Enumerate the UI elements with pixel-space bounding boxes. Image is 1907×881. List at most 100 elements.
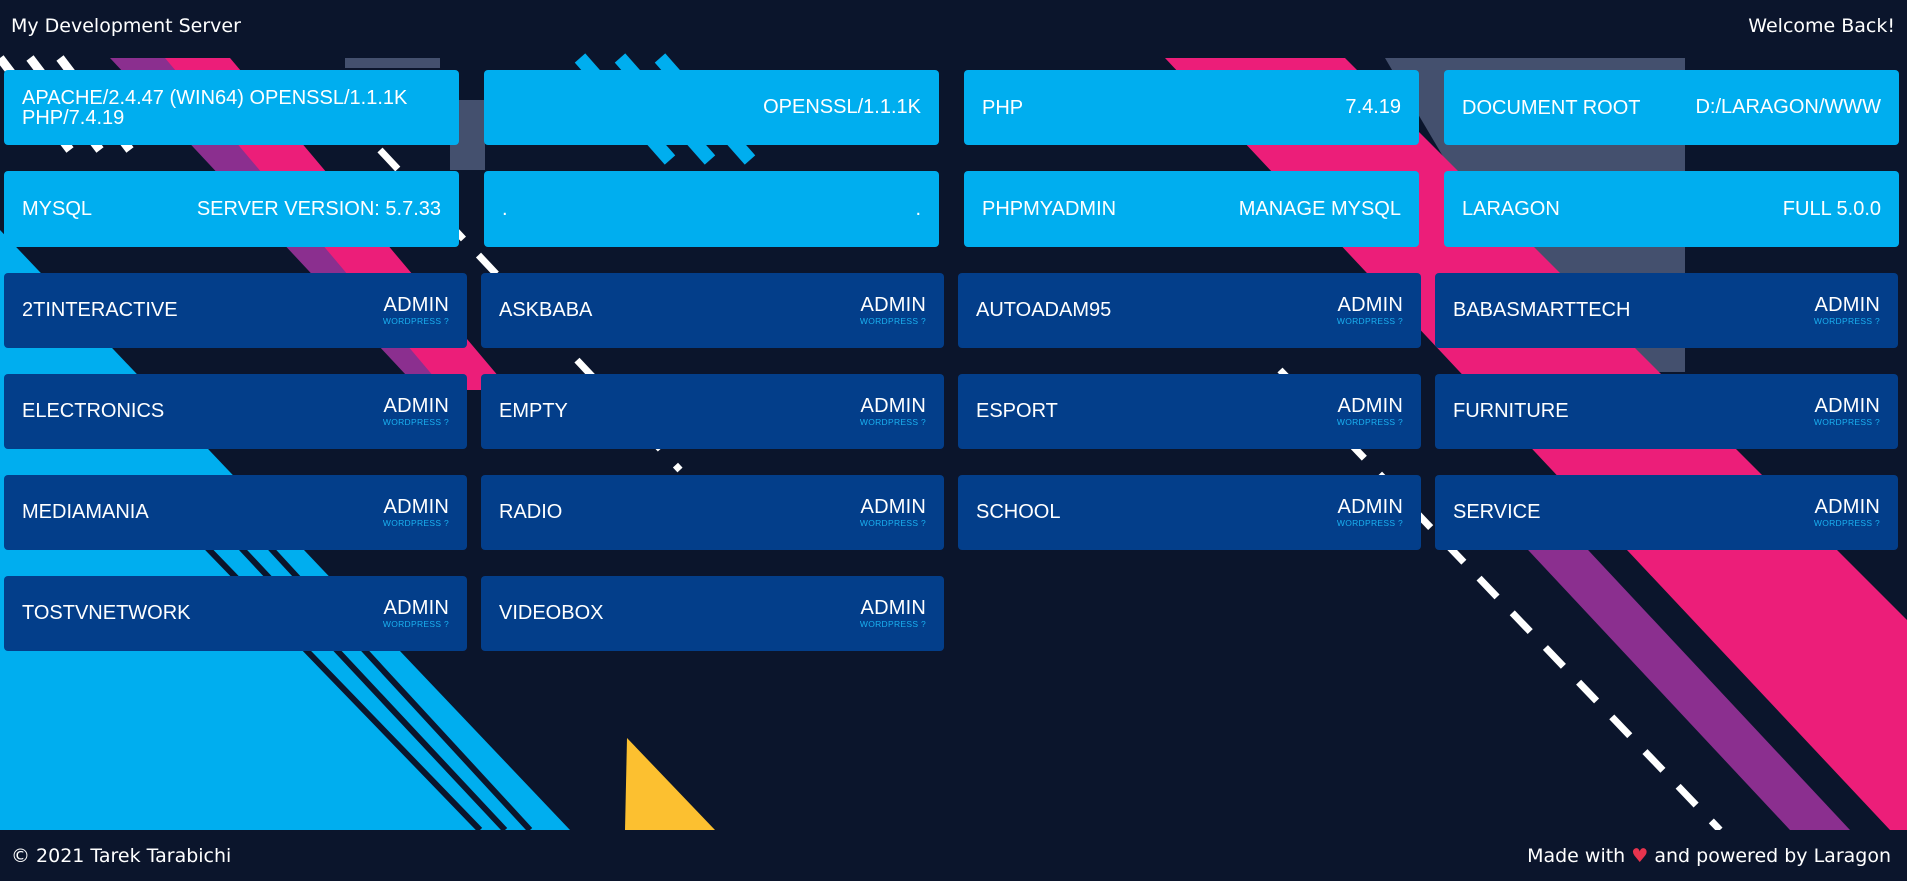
admin-link[interactable]: ADMIN WORDPRESS ? bbox=[860, 598, 926, 629]
wordpress-hint: WORDPRESS ? bbox=[1336, 518, 1403, 529]
admin-label: ADMIN bbox=[1814, 294, 1880, 317]
dot-value: . bbox=[915, 197, 921, 220]
site-name: EMPTY bbox=[499, 400, 568, 422]
admin-label: ADMIN bbox=[1337, 395, 1403, 418]
admin-label: ADMIN bbox=[860, 597, 926, 620]
site-name: VIDEOBOX bbox=[499, 602, 604, 624]
wordpress-hint: WORDPRESS ? bbox=[1813, 417, 1880, 428]
site-tile-service[interactable]: SERVICE ADMIN WORDPRESS ? bbox=[1435, 475, 1898, 550]
openssl-value: OPENSSL/1.1.1K bbox=[763, 96, 921, 118]
phpmyadmin-label: PHPMYADMIN bbox=[982, 198, 1117, 220]
site-name: BABASMARTTECH bbox=[1453, 299, 1631, 321]
site-tile-2tinteractive[interactable]: 2TINTERACTIVE ADMIN WORDPRESS ? bbox=[4, 273, 467, 348]
header-bar: My Development Server Welcome Back! bbox=[0, 0, 1907, 52]
site-name: ESPORT bbox=[976, 400, 1058, 422]
admin-link[interactable]: ADMIN WORDPRESS ? bbox=[1337, 497, 1403, 528]
wordpress-hint: WORDPRESS ? bbox=[1813, 316, 1880, 327]
wordpress-hint: WORDPRESS ? bbox=[382, 316, 449, 327]
site-name: TOSTVNETWORK bbox=[22, 602, 191, 624]
document-root-tile[interactable]: DOCUMENT ROOT D:/LARAGON/WWW bbox=[1444, 70, 1899, 145]
site-tile-esport[interactable]: ESPORT ADMIN WORDPRESS ? bbox=[958, 374, 1421, 449]
site-tile-videobox[interactable]: VIDEOBOX ADMIN WORDPRESS ? bbox=[481, 576, 944, 651]
site-tile-radio[interactable]: RADIO ADMIN WORDPRESS ? bbox=[481, 475, 944, 550]
admin-link[interactable]: ADMIN WORDPRESS ? bbox=[860, 396, 926, 427]
laragon-label: LARAGON bbox=[1462, 198, 1560, 220]
mysql-tile[interactable]: MYSQL SERVER VERSION: 5.7.33 bbox=[4, 171, 459, 247]
mysql-value: SERVER VERSION: 5.7.33 bbox=[196, 197, 441, 220]
laragon-value: FULL 5.0.0 bbox=[1782, 197, 1881, 220]
php-tile[interactable]: PHP 7.4.19 bbox=[964, 70, 1419, 145]
php-value: 7.4.19 bbox=[1345, 96, 1401, 118]
wordpress-hint: WORDPRESS ? bbox=[1336, 316, 1403, 327]
site-name: ASKBABA bbox=[499, 299, 593, 321]
document-root-label: DOCUMENT ROOT bbox=[1462, 96, 1641, 119]
laragon-tile[interactable]: LARAGON FULL 5.0.0 bbox=[1444, 171, 1899, 247]
admin-link[interactable]: ADMIN WORDPRESS ? bbox=[1814, 497, 1880, 528]
site-name: SERVICE bbox=[1453, 501, 1541, 523]
admin-label: ADMIN bbox=[860, 496, 926, 519]
wordpress-hint: WORDPRESS ? bbox=[1813, 518, 1880, 529]
copyright-text: © 2021 Tarek Tarabichi bbox=[11, 844, 232, 867]
made-with-text: Made with bbox=[1527, 844, 1626, 867]
wordpress-hint: WORDPRESS ? bbox=[859, 316, 926, 327]
admin-label: ADMIN bbox=[1337, 496, 1403, 519]
admin-label: ADMIN bbox=[1814, 395, 1880, 418]
site-tile-electronics[interactable]: ELECTRONICS ADMIN WORDPRESS ? bbox=[4, 374, 467, 449]
admin-link[interactable]: ADMIN WORDPRESS ? bbox=[383, 295, 449, 326]
powered-by-link[interactable]: and powered by Laragon bbox=[1654, 845, 1891, 867]
admin-link[interactable]: ADMIN WORDPRESS ? bbox=[1814, 295, 1880, 326]
server-version-tile[interactable]: APACHE/2.4.47 (WIN64) OPENSSL/1.1.1K PHP… bbox=[4, 70, 459, 145]
site-tile-empty[interactable]: EMPTY ADMIN WORDPRESS ? bbox=[481, 374, 944, 449]
site-tile-babasmarttech[interactable]: BABASMARTTECH ADMIN WORDPRESS ? bbox=[1435, 273, 1898, 348]
site-name: RADIO bbox=[499, 501, 563, 523]
site-tile-autoadam95[interactable]: AUTOADAM95 ADMIN WORDPRESS ? bbox=[958, 273, 1421, 348]
site-tile-school[interactable]: SCHOOL ADMIN WORDPRESS ? bbox=[958, 475, 1421, 550]
wordpress-hint: WORDPRESS ? bbox=[382, 417, 449, 428]
heart-icon: ♥ bbox=[1631, 844, 1649, 867]
site-tile-askbaba[interactable]: ASKBABA ADMIN WORDPRESS ? bbox=[481, 273, 944, 348]
wordpress-hint: WORDPRESS ? bbox=[859, 619, 926, 630]
phpmyadmin-tile[interactable]: PHPMYADMIN MANAGE MYSQL bbox=[964, 171, 1419, 247]
admin-label: ADMIN bbox=[383, 395, 449, 418]
site-name: SCHOOL bbox=[976, 501, 1061, 523]
wordpress-hint: WORDPRESS ? bbox=[1336, 417, 1403, 428]
site-name: 2TINTERACTIVE bbox=[22, 299, 178, 321]
admin-link[interactable]: ADMIN WORDPRESS ? bbox=[383, 396, 449, 427]
admin-label: ADMIN bbox=[383, 597, 449, 620]
admin-label: ADMIN bbox=[383, 294, 449, 317]
admin-link[interactable]: ADMIN WORDPRESS ? bbox=[1814, 396, 1880, 427]
site-name: AUTOADAM95 bbox=[976, 299, 1112, 321]
server-version-label: APACHE/2.4.47 (WIN64) OPENSSL/1.1.1K PHP… bbox=[22, 86, 408, 129]
site-tile-tostvnetwork[interactable]: TOSTVNETWORK ADMIN WORDPRESS ? bbox=[4, 576, 467, 651]
admin-link[interactable]: ADMIN WORDPRESS ? bbox=[1337, 295, 1403, 326]
site-tile-mediamania[interactable]: MEDIAMANIA ADMIN WORDPRESS ? bbox=[4, 475, 467, 550]
site-name: FURNITURE bbox=[1453, 400, 1569, 422]
dot-label: . bbox=[502, 198, 508, 220]
wordpress-hint: WORDPRESS ? bbox=[382, 619, 449, 630]
admin-label: ADMIN bbox=[860, 294, 926, 317]
footer-bar: © 2021 Tarek Tarabichi Made with ♥ and p… bbox=[0, 830, 1907, 881]
admin-link[interactable]: ADMIN WORDPRESS ? bbox=[383, 497, 449, 528]
welcome-message: Welcome Back! bbox=[1748, 15, 1895, 37]
admin-label: ADMIN bbox=[1337, 294, 1403, 317]
admin-link[interactable]: ADMIN WORDPRESS ? bbox=[860, 497, 926, 528]
wordpress-hint: WORDPRESS ? bbox=[859, 417, 926, 428]
wordpress-hint: WORDPRESS ? bbox=[382, 518, 449, 529]
phpmyadmin-value: MANAGE MYSQL bbox=[1238, 197, 1401, 220]
mysql-label: MYSQL bbox=[22, 198, 93, 220]
document-root-value: D:/LARAGON/WWW bbox=[1695, 96, 1881, 118]
site-name: MEDIAMANIA bbox=[22, 501, 149, 523]
admin-label: ADMIN bbox=[383, 496, 449, 519]
credits-text: Made with ♥ and powered by Laragon bbox=[1527, 845, 1891, 867]
admin-label: ADMIN bbox=[860, 395, 926, 418]
site-title: My Development Server bbox=[11, 15, 241, 37]
php-label: PHP bbox=[982, 96, 1024, 119]
dot-tile[interactable]: . . bbox=[484, 171, 939, 247]
admin-link[interactable]: ADMIN WORDPRESS ? bbox=[383, 598, 449, 629]
site-name: ELECTRONICS bbox=[22, 400, 165, 422]
admin-link[interactable]: ADMIN WORDPRESS ? bbox=[1337, 396, 1403, 427]
openssl-tile[interactable]: OPENSSL/1.1.1K bbox=[484, 70, 939, 145]
site-tile-furniture[interactable]: FURNITURE ADMIN WORDPRESS ? bbox=[1435, 374, 1898, 449]
admin-label: ADMIN bbox=[1814, 496, 1880, 519]
admin-link[interactable]: ADMIN WORDPRESS ? bbox=[860, 295, 926, 326]
